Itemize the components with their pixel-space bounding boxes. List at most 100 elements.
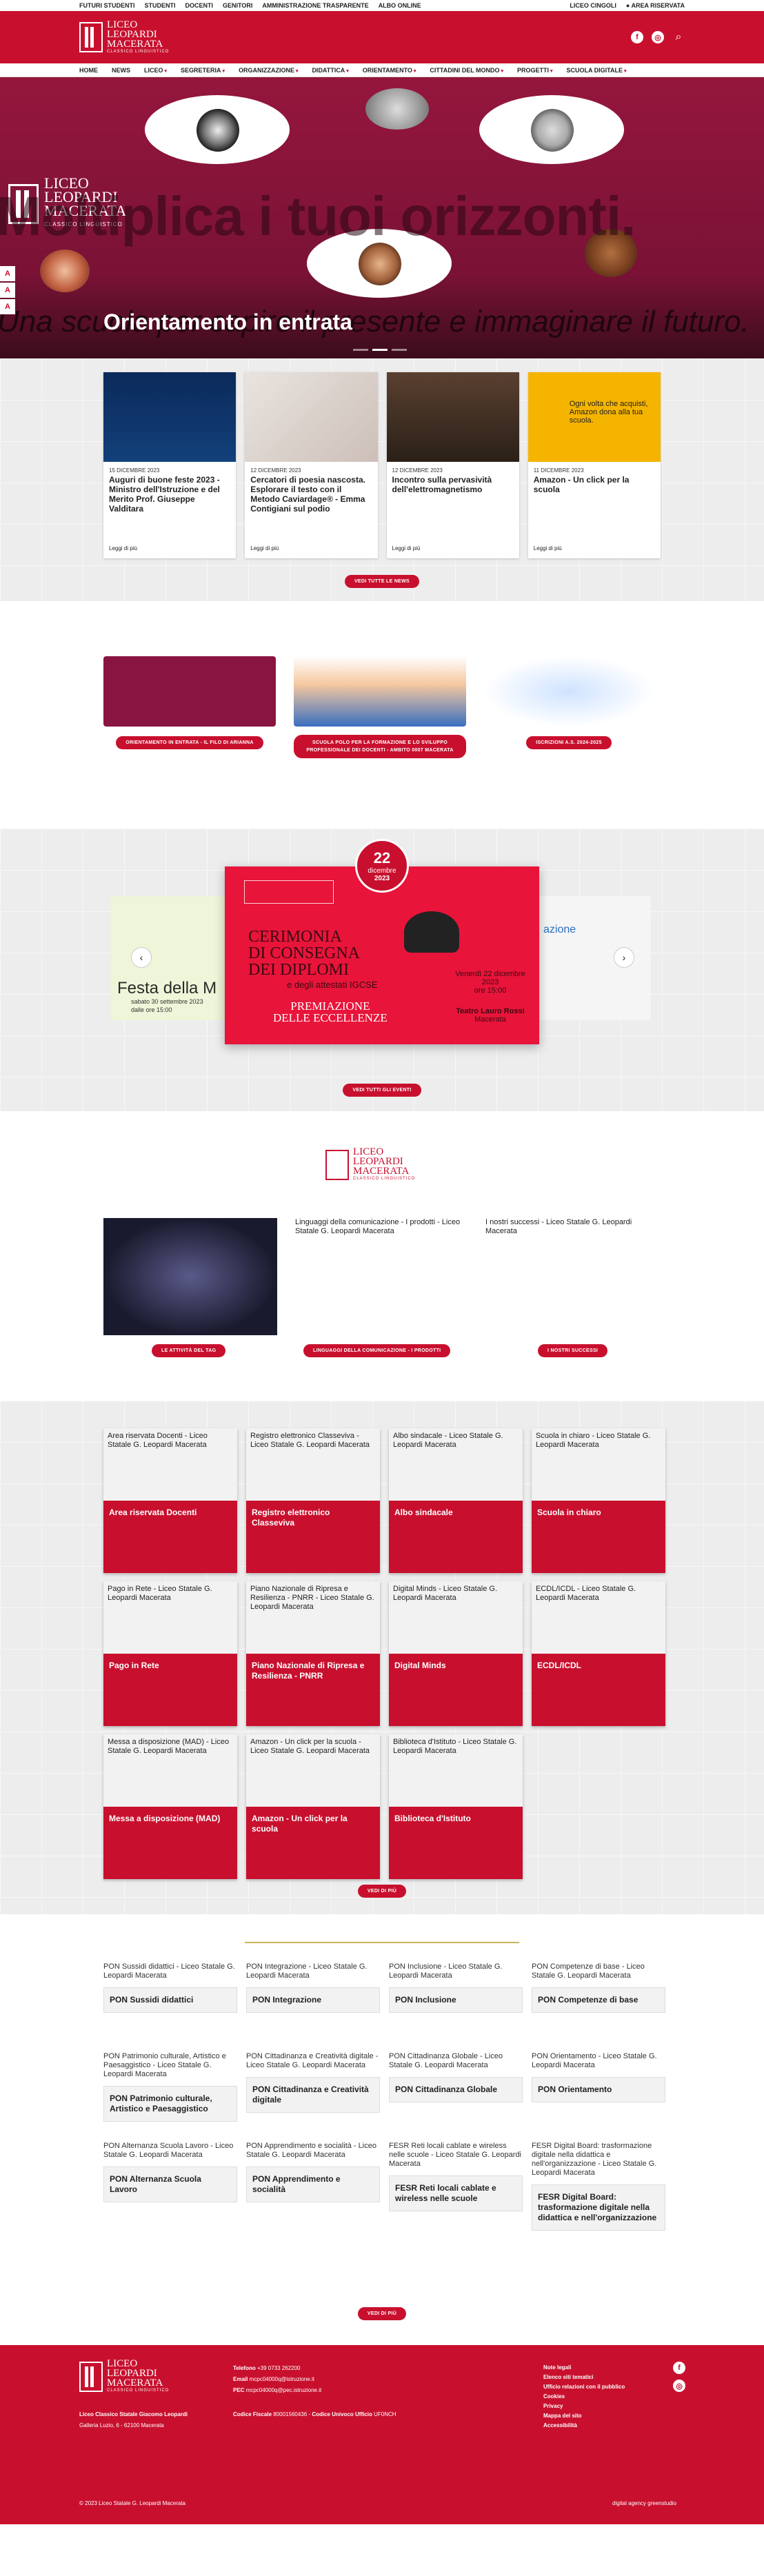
pon-item-label[interactable]: PON Inclusione [389,1987,523,2013]
all-news-button[interactable]: VEDI TUTTE LE NEWS [344,575,420,588]
chevron-left-icon[interactable]: ‹ [131,947,152,968]
font-size-small-button[interactable]: A [0,299,15,314]
service-tile[interactable]: Messa a disposizione (MAD) - Liceo Stata… [103,1734,237,1879]
facebook-icon[interactable]: f [631,31,643,43]
pon-item[interactable]: FESR Digital Board: trasformazione digit… [532,2142,665,2231]
news-card[interactable]: 12 DICEMBRE 2023 Incontro sulla pervasiv… [386,372,519,558]
slider-dot[interactable] [353,349,368,351]
search-icon[interactable]: ⌕ [672,31,685,43]
pon-item[interactable]: PON Inclusione - Liceo Statale G. Leopar… [389,1963,523,2013]
hero-slider[interactable]: LICEO LEOPARDI MACERATA CLASSICO LINGUIS… [0,77,764,358]
promo-card-orientamento[interactable]: ORIENTAMENTO IN ENTRATA - IL FILO DI ARI… [103,656,276,749]
pon-item[interactable]: PON Orientamento - Liceo Statale G. Leop… [532,2052,665,2102]
slider-dot[interactable] [392,349,407,351]
footer-email[interactable]: mcpc04000q@istruzione.it [250,2376,314,2382]
topbar-link-liceo-cingoli[interactable]: LICEO CINGOLI [570,2,616,9]
nav-organizzazione[interactable]: ORGANIZZAZIONE [239,67,298,74]
chevron-right-icon[interactable]: › [614,947,634,968]
nav-didattica[interactable]: DIDATTICA [312,67,348,74]
service-tile[interactable]: Biblioteca d'Istituto - Liceo Statale G.… [389,1734,523,1879]
video-title-successi[interactable]: I nostri successi - Liceo Statale G. Leo… [485,1218,658,1236]
topbar-link-amministrazione[interactable]: AMMINISTRAZIONE TRASPARENTE [262,2,368,9]
service-tile[interactable]: Amazon - Un click per la scuola - Liceo … [246,1734,380,1879]
service-tile[interactable]: Digital Minds - Liceo Statale G. Leopard… [389,1581,523,1726]
service-tile[interactable]: Piano Nazionale di Ripresa e Resilienza … [246,1581,380,1726]
pon-item-label[interactable]: PON Competenze di base [532,1987,665,2013]
service-tile-label[interactable]: Pago in Rete [103,1654,237,1726]
topbar-link-docenti[interactable]: DOCENTI [185,2,214,9]
service-tile-label[interactable]: ECDL/ICDL [532,1654,665,1726]
site-logo[interactable]: LICEO LEOPARDI MACERATA CLASSICO LINGUIS… [79,19,169,55]
news-read-more[interactable]: Leggi di più [109,545,137,551]
video-button-linguaggi[interactable]: LINGUAGGI DELLA COMUNICAZIONE - I PRODOT… [303,1344,451,1357]
promo-card-iscrizioni[interactable]: ISCRIZIONI A.S. 2024-2025 [483,656,655,749]
news-title[interactable]: Cercatori di poesia nascosta. Esplorare … [245,475,377,514]
footer-link-cookies[interactable]: Cookies [543,2392,625,2402]
news-title[interactable]: Amazon - Un click per la scuola [528,475,661,494]
news-read-more[interactable]: Leggi di più [534,545,562,551]
service-tile[interactable]: Albo sindacale - Liceo Statale G. Leopar… [389,1428,523,1573]
service-tile-label[interactable]: Piano Nazionale di Ripresa e Resilienza … [246,1654,380,1726]
pon-item-label[interactable]: PON Cittadinanza Globale [389,2077,523,2102]
pon-item-label[interactable]: PON Integrazione [246,1987,380,2013]
service-tile[interactable]: Registro elettronico Classeviva - Liceo … [246,1428,380,1573]
footer-link-siti-tematici[interactable]: Elenco siti tematici [543,2373,625,2382]
footer-link-privacy[interactable]: Privacy [543,2402,625,2411]
pon-item-label[interactable]: PON Apprendimento e socialità [246,2167,380,2202]
news-card[interactable]: 12 DICEMBRE 2023 Cercatori di poesia nas… [245,372,378,558]
pon-item-label[interactable]: PON Cittadinanza e Creatività digitale [246,2077,380,2113]
event-card-diplomi[interactable]: CERIMONIA DI CONSEGNA DEI DIPLOMI e degl… [225,866,539,1044]
footer-credit[interactable]: digital agency greenstudio [612,2500,676,2506]
pon-item-label[interactable]: PON Patrimonio culturale, Artistico e Pa… [103,2086,237,2122]
nav-cittadini[interactable]: CITTADINI DEL MONDO [430,67,503,74]
footer-link-mappa[interactable]: Mappa del sito [543,2411,625,2421]
pon-item[interactable]: PON Alternanza Scuola Lavoro - Liceo Sta… [103,2142,237,2202]
pon-item[interactable]: PON Integrazione - Liceo Statale G. Leop… [246,1963,380,2013]
pon-item-label[interactable]: FESR Digital Board: trasformazione digit… [532,2184,665,2231]
pon-item[interactable]: FESR Reti locali cablate e wireless nell… [389,2142,523,2211]
footer-pec[interactable]: mcpc04000q@pec.istruzione.it [246,2387,322,2393]
service-tile-label[interactable]: Amazon - Un click per la scuola [246,1807,380,1879]
promo-button-formazione[interactable]: SCUOLA POLO PER LA FORMAZIONE E LO SVILU… [294,735,466,758]
service-tile[interactable]: Scuola in chiaro - Liceo Statale G. Leop… [532,1428,665,1573]
pon-item-label[interactable]: PON Sussidi didattici [103,1987,237,2013]
tiles-more-button[interactable]: VEDI DI PIÙ [357,1885,407,1898]
topbar-link-studenti[interactable]: STUDENTI [145,2,176,9]
footer-link-accessibilita[interactable]: Accessibilità [543,2421,625,2431]
news-card[interactable]: 15 DICEMBRE 2023 Auguri di buone feste 2… [103,372,237,558]
service-tile-label[interactable]: Messa a disposizione (MAD) [103,1807,237,1879]
font-size-large-button[interactable]: A [0,266,15,281]
nav-home[interactable]: HOME [79,67,98,74]
pon-more-button[interactable]: VEDI DI PIÙ [357,2307,407,2320]
instagram-icon[interactable]: ◎ [652,31,664,43]
event-side-card-left[interactable]: Festa della M sabato 30 settembre 2023 d… [110,896,225,1020]
video-button-successi[interactable]: I NOSTRI SUCCESSI [538,1344,608,1357]
video-thumbnail-tag[interactable] [103,1218,277,1335]
footer-link-note-legali[interactable]: Note legali [543,2363,625,2373]
service-tile-label[interactable]: Area riservata Docenti [103,1501,237,1573]
news-card[interactable]: Ogni volta che acquisti, Amazon dona all… [527,372,661,558]
font-size-medium-button[interactable]: A [0,283,15,298]
video-button-tag[interactable]: LE ATTIVITÀ DEL TAG [152,1344,226,1357]
news-read-more[interactable]: Leggi di più [250,545,279,551]
pon-item[interactable]: PON Cittadinanza Globale - Liceo Statale… [389,2052,523,2102]
topbar-link-genitori[interactable]: GENITORI [223,2,252,9]
footer-phone[interactable]: +39 0733 262200 [257,2365,301,2371]
all-events-button[interactable]: VEDI TUTTI GLI EVENTI [343,1084,421,1097]
pon-item[interactable]: PON Competenze di base - Liceo Statale G… [532,1963,665,2013]
pon-item[interactable]: PON Sussidi didattici - Liceo Statale G.… [103,1963,237,2013]
service-tile-label[interactable]: Scuola in chiaro [532,1501,665,1573]
service-tile-label[interactable]: Registro elettronico Classeviva [246,1501,380,1573]
nav-news[interactable]: NEWS [112,67,130,74]
promo-card-formazione[interactable]: SCUOLA POLO PER LA FORMAZIONE E LO SVILU… [294,656,466,758]
promo-button-orientamento[interactable]: ORIENTAMENTO IN ENTRATA - IL FILO DI ARI… [116,736,263,749]
service-tile-label[interactable]: Biblioteca d'Istituto [389,1807,523,1879]
pon-item-label[interactable]: FESR Reti locali cablate e wireless nell… [389,2176,523,2211]
nav-liceo[interactable]: LICEO [144,67,167,74]
service-tile[interactable]: ECDL/ICDL - Liceo Statale G. Leopardi Ma… [532,1581,665,1726]
area-riservata-link[interactable]: ● AREA RISERVATA [626,2,685,9]
nav-scuola-digitale[interactable]: SCUOLA DIGITALE [567,67,627,74]
topbar-link-albo[interactable]: ALBO ONLINE [379,2,421,9]
slider-dot[interactable] [372,349,388,351]
service-tile[interactable]: Area riservata Docenti - Liceo Statale G… [103,1428,237,1573]
